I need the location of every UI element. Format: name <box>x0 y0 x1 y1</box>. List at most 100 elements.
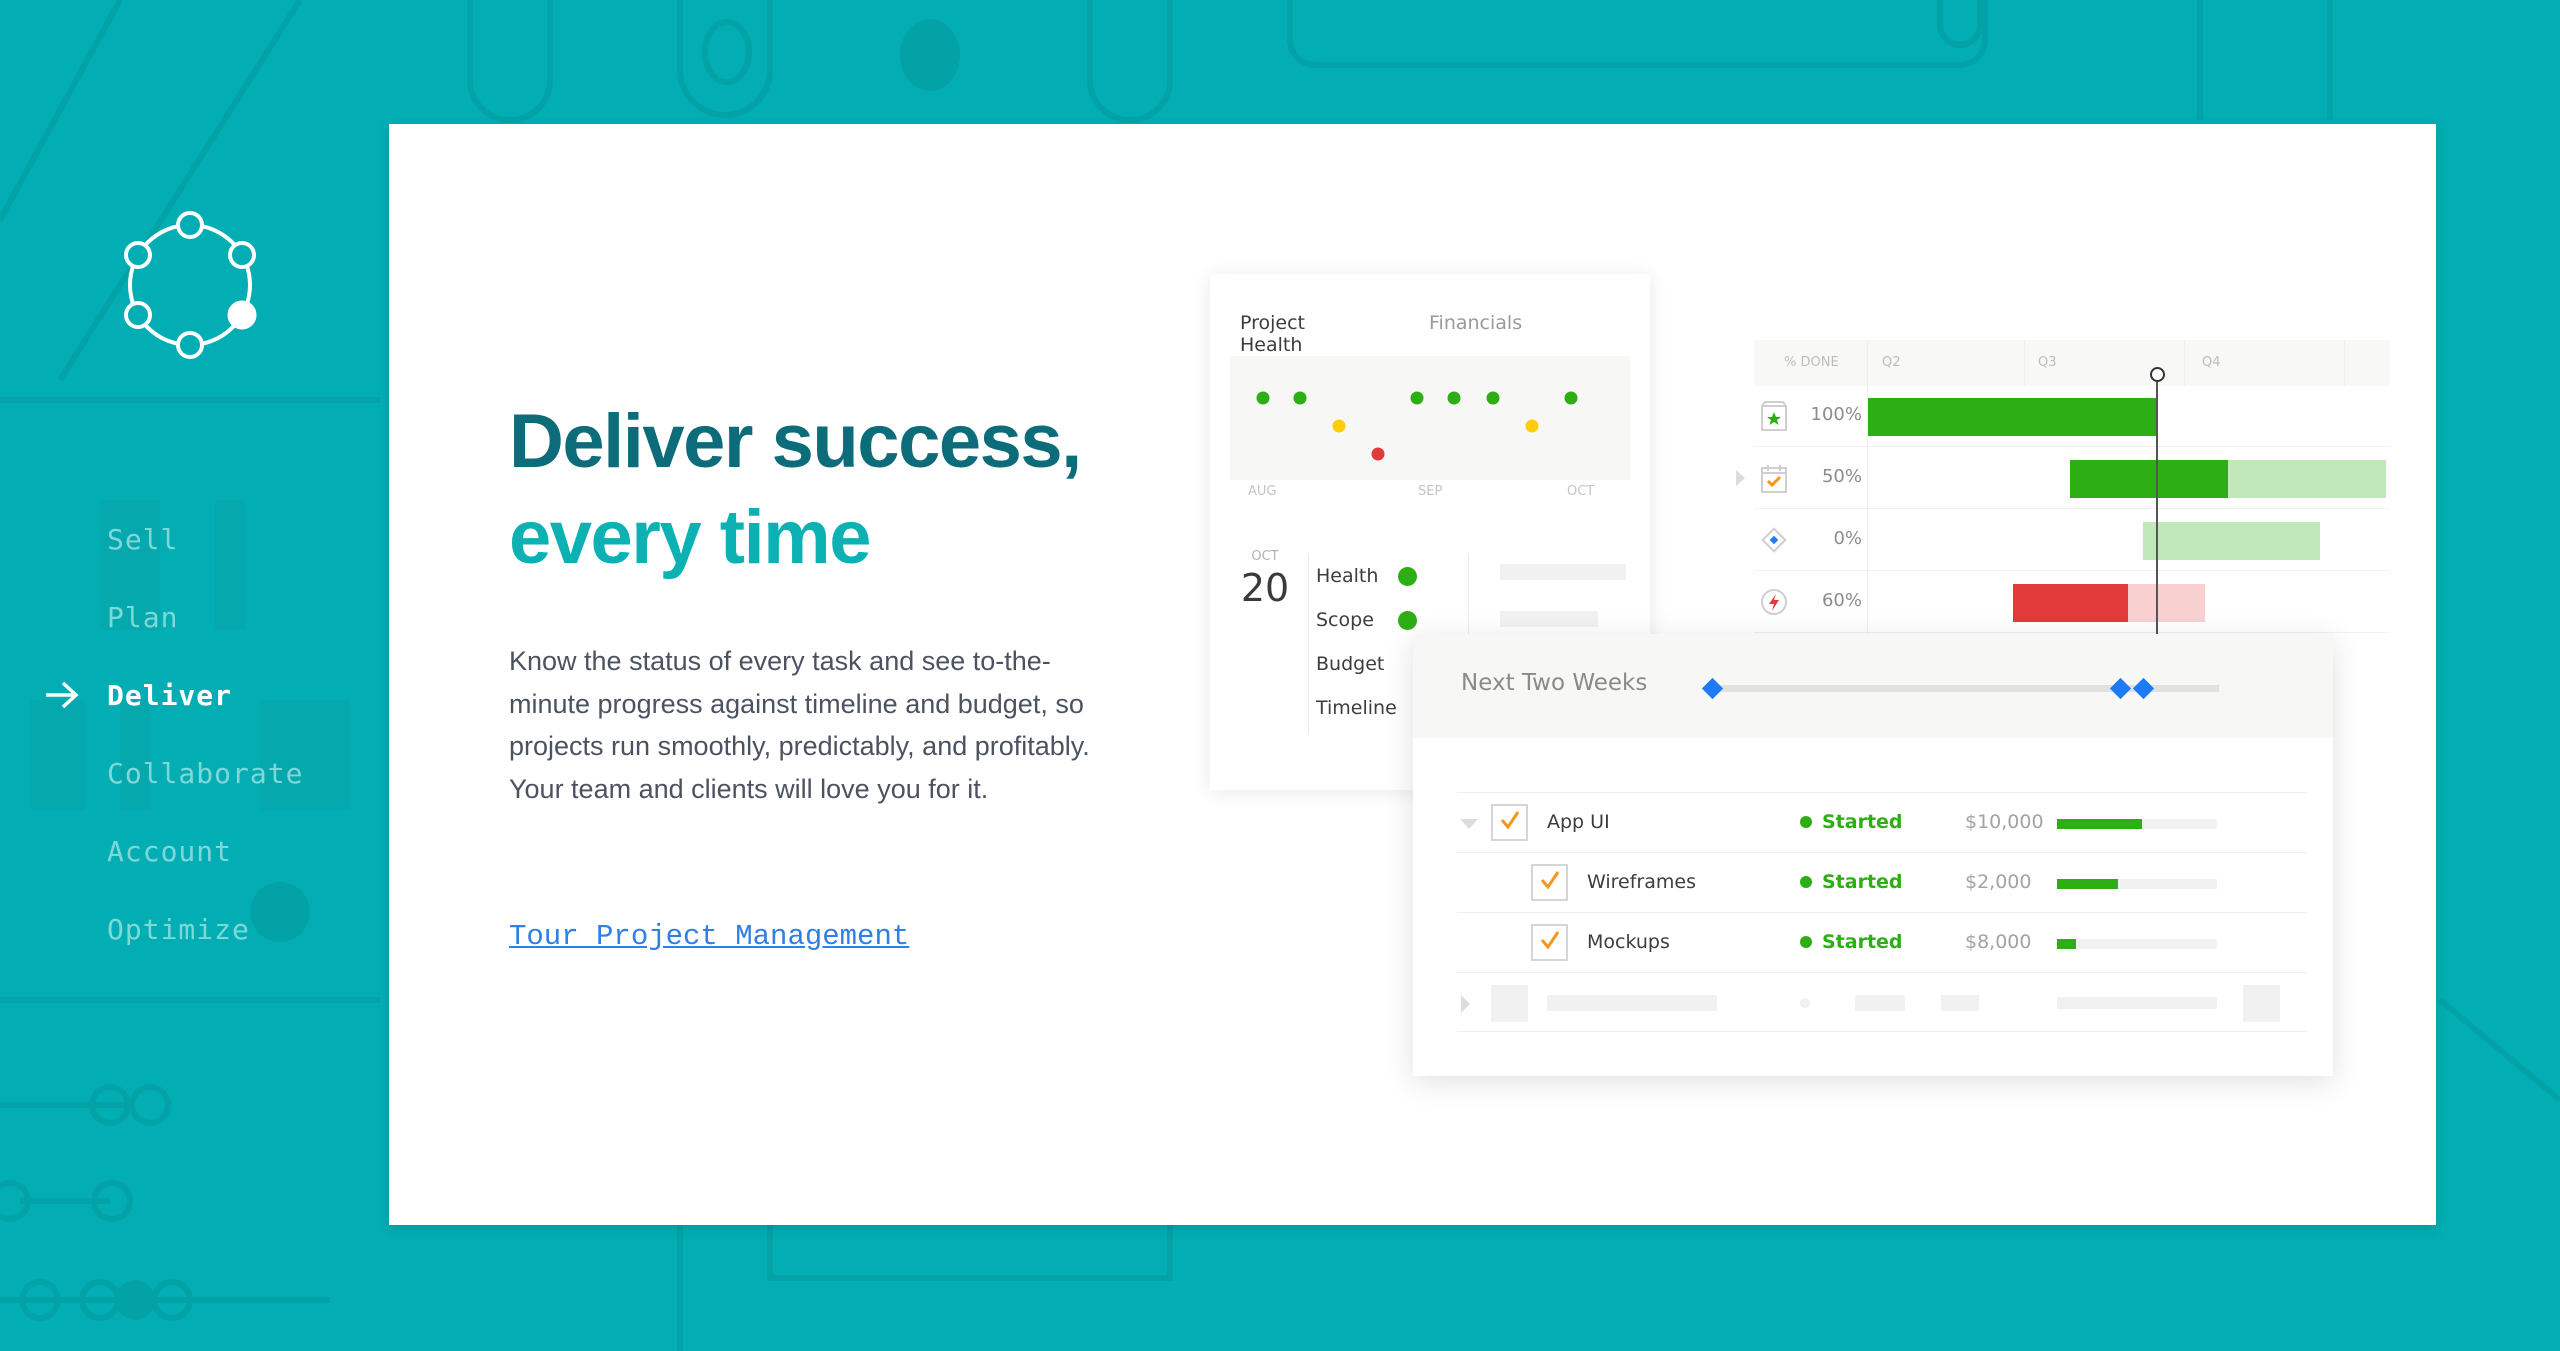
nav-item-label: Deliver <box>107 678 233 712</box>
status-dot-icon <box>1800 936 1812 948</box>
content-panel: Deliver success, every time Know the sta… <box>389 124 2436 1225</box>
hero-headline: Deliver success, every time <box>509 394 1209 586</box>
milestone-diamond-icon[interactable] <box>1701 677 1724 700</box>
milestone-diamond-icon[interactable] <box>2132 677 2155 700</box>
task-budget: $8,000 <box>1965 931 2032 953</box>
health-dot-green[interactable] <box>1410 391 1424 405</box>
gantt-row[interactable]: 60% <box>1754 572 2390 633</box>
task-row-placeholder[interactable] <box>1457 972 2307 1032</box>
task-checkbox[interactable] <box>1531 864 1568 901</box>
health-dot-yellow[interactable] <box>1525 419 1539 433</box>
quarter-label: Q4 <box>2202 355 2221 370</box>
placeholder-bar <box>1547 995 1717 1011</box>
nav-item-account[interactable]: Account <box>0 812 380 890</box>
today-marker-handle[interactable] <box>2149 367 2165 382</box>
expand-caret-icon[interactable] <box>1736 470 1745 486</box>
gantt-bar-done[interactable] <box>1868 398 2158 436</box>
gantt-bar-remaining[interactable] <box>2128 584 2205 622</box>
gantt-row[interactable]: 100% <box>1754 386 2390 447</box>
task-row[interactable]: App UI Started $10,000 <box>1457 792 2307 852</box>
gantt-row[interactable]: 50% <box>1736 448 2390 509</box>
task-row[interactable]: Wireframes Started $2,000 <box>1457 852 2307 912</box>
network-ring-logo-icon[interactable] <box>118 205 268 365</box>
health-metrics: Health Scope Budget Timeline <box>1316 554 1417 730</box>
month-label: OCT <box>1567 484 1595 499</box>
task-progress-fill <box>2057 879 2118 889</box>
status-label: Started <box>1822 811 1903 833</box>
task-status: Started <box>1800 811 1903 833</box>
today-marker-line <box>2156 374 2159 636</box>
task-progress-bar <box>2057 879 2217 889</box>
divider <box>1308 554 1309 734</box>
task-table: App UI Started $10,000 Wireframes Started $2,… <box>1457 792 2307 1032</box>
placeholder-bar <box>1941 995 1979 1011</box>
nav-item-sell[interactable]: Sell <box>0 500 380 578</box>
milestone-diamond-icon[interactable] <box>2109 677 2132 700</box>
nav-item-deliver[interactable]: Deliver <box>0 656 380 734</box>
health-dot-green[interactable] <box>1293 391 1307 405</box>
task-row[interactable]: Mockups Started $8,000 <box>1457 912 2307 972</box>
percent-done-value: 100% <box>1810 404 1862 425</box>
month-axis: AUG SEP OCT <box>1230 484 1630 504</box>
gantt-bar-remaining[interactable] <box>2142 522 2320 560</box>
task-progress-fill <box>2057 819 2142 829</box>
placeholder-bar <box>1500 611 1598 627</box>
placeholder-checkbox <box>1491 985 1528 1022</box>
date-month: OCT <box>1251 549 1279 564</box>
metric-scope: Scope <box>1316 598 1417 642</box>
percent-done-value: 50% <box>1821 466 1862 487</box>
metric-health: Health <box>1316 554 1417 598</box>
status-dot-icon <box>1800 816 1812 828</box>
health-dot-green[interactable] <box>1256 391 1270 405</box>
gantt-chart: % DONE Q2 Q3 Q4 100% 50% 0% 60% <box>1736 340 2390 636</box>
health-dot-green[interactable] <box>1564 391 1578 405</box>
nav-item-label: Plan <box>107 600 179 634</box>
arrow-right-icon <box>46 681 79 709</box>
gantt-header: % DONE Q2 Q3 Q4 <box>1754 340 2390 386</box>
nav-item-label: Optimize <box>107 912 250 946</box>
health-timeline-chart <box>1230 356 1630 480</box>
collapse-caret-icon[interactable] <box>1460 819 1478 829</box>
hero-description: Know the status of every task and see to… <box>509 646 1090 804</box>
status-dot-icon <box>1800 876 1812 888</box>
nav-item-plan[interactable]: Plan <box>0 578 380 656</box>
nav-item-label: Collaborate <box>107 756 304 790</box>
task-progress-bar <box>2057 819 2217 829</box>
health-dot-green[interactable] <box>1486 391 1500 405</box>
placeholder-bar <box>1500 564 1626 580</box>
next-two-weeks-title: Next Two Weeks <box>1461 670 1648 696</box>
task-name: App UI <box>1547 811 1610 833</box>
next-two-weeks-card: Next Two Weeks App UI Started $10,000 Wiref… <box>1413 634 2333 1076</box>
month-label: SEP <box>1418 484 1443 499</box>
gantt-bar-done[interactable] <box>2070 460 2229 498</box>
task-status: Started <box>1800 931 1903 953</box>
status-dot-green <box>1398 610 1417 630</box>
task-budget: $2,000 <box>1965 871 2032 893</box>
headline-line-2: every time <box>509 495 872 580</box>
checkmark-icon <box>1539 929 1561 956</box>
tour-project-management-link[interactable]: Tour Project Management <box>509 920 909 953</box>
health-dot-green[interactable] <box>1447 391 1461 405</box>
expand-caret-icon[interactable] <box>1461 995 1470 1013</box>
next-two-weeks-header: Next Two Weeks <box>1413 634 2333 738</box>
metric-budget: Budget <box>1316 653 1385 675</box>
nav-item-optimize[interactable]: Optimize <box>0 890 380 968</box>
task-progress-bar <box>2057 939 2217 949</box>
status-dot-green <box>1398 566 1417 586</box>
task-name: Wireframes <box>1587 871 1696 893</box>
gantt-bar-remaining[interactable] <box>2228 460 2387 498</box>
status-date: OCT 20 <box>1230 549 1300 610</box>
checkmark-icon <box>1539 869 1561 896</box>
task-checkbox[interactable] <box>1531 924 1568 961</box>
task-checkbox[interactable] <box>1491 804 1528 841</box>
task-status: Started <box>1800 871 1903 893</box>
percent-done-header: % DONE <box>1784 355 1839 370</box>
headline-line-1: Deliver success, <box>509 399 1082 484</box>
metric-timeline: Timeline <box>1316 697 1397 719</box>
gantt-bar-done[interactable] <box>2013 584 2129 622</box>
gantt-row[interactable]: 0% <box>1754 510 2390 571</box>
health-dot-red[interactable] <box>1371 447 1385 461</box>
calendar-check-icon <box>1759 461 1789 495</box>
nav-item-collaborate[interactable]: Collaborate <box>0 734 380 812</box>
health-dot-yellow[interactable] <box>1332 419 1346 433</box>
